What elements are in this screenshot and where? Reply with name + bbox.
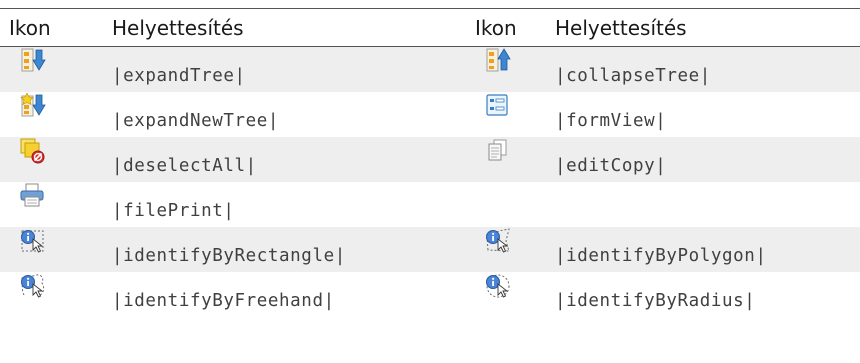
table-cell: |identifyByRadius| (555, 290, 756, 311)
identify-by-polygon-icon (486, 227, 510, 253)
collapse-tree-icon (486, 48, 511, 72)
deselect-all-icon (20, 138, 45, 163)
table-cell (549, 182, 860, 227)
table-header-row: Ikon Helyettesítés Ikon Helyettesítés (0, 8, 860, 47)
table-cell: |filePrint| (112, 200, 235, 221)
table-cell: |expandTree| (106, 46, 465, 92)
edit-copy-icon (488, 139, 507, 160)
header-substitution-right: Helyettesítés (555, 15, 687, 40)
substitution-table: Ikon Helyettesítés Ikon Helyettesítés |e… (0, 8, 860, 317)
table-cell (0, 182, 106, 227)
table-cell (465, 46, 549, 92)
table-cell: |expandNewTree| (112, 110, 280, 131)
identify-by-radius-icon (486, 274, 510, 298)
table-cell: |deselectAll| (106, 136, 465, 182)
table-cell (0, 226, 106, 272)
table-cell: |identifyByFreehand| (112, 290, 335, 311)
table-row: |identifyByRectangle| |identifyByPolygon… (0, 226, 860, 272)
table-cell (465, 182, 549, 227)
form-view-icon (486, 93, 508, 116)
expand-new-tree-icon (20, 92, 46, 116)
table-row: |identifyByFreehand| |identifyByRadius| (0, 272, 860, 317)
table-cell (465, 136, 549, 182)
expand-tree-icon (21, 48, 46, 72)
header-icon-left: Ikon (9, 15, 51, 40)
table-cell (465, 272, 549, 317)
table-cell (465, 226, 549, 272)
table-row: |expandNewTree| |formView| (0, 92, 860, 137)
table-row: |expandTree| |collapseTree| (0, 46, 860, 92)
table-row: |deselectAll| |editCopy| (0, 136, 860, 182)
table-cell (0, 46, 106, 92)
table-row: |filePrint| (0, 182, 860, 227)
table-cell: |editCopy| (549, 136, 860, 182)
table-cell: |identifyByRectangle| (106, 226, 465, 272)
table-cell (465, 92, 549, 137)
table-cell: |collapseTree| (549, 46, 860, 92)
table-cell (0, 92, 106, 137)
identify-by-rectangle-icon (21, 229, 44, 253)
file-print-icon (20, 183, 44, 206)
table-cell (0, 272, 106, 317)
header-substitution-left: Helyettesítés (112, 15, 244, 40)
header-icon-right: Ikon (475, 15, 517, 40)
table-cell: |formView| (555, 110, 667, 131)
table-cell (0, 136, 106, 182)
identify-by-freehand-icon (21, 273, 45, 298)
table-cell: |identifyByPolygon| (549, 226, 860, 272)
